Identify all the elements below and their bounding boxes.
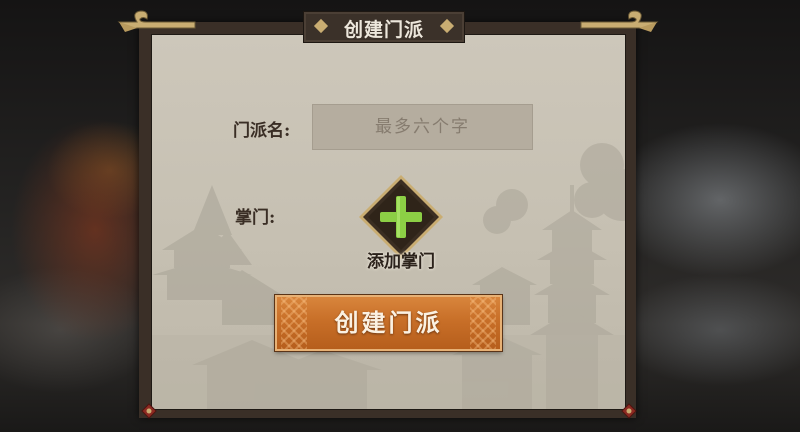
create-sect-button-label: 创建门派 — [334, 308, 443, 337]
sect-name-label: 门派名: — [233, 121, 291, 141]
cloud-corner-ornament-right — [580, 10, 659, 32]
sect-name-input[interactable] — [312, 104, 533, 150]
chinese-knot-ornament-left — [141, 403, 157, 419]
dialog-title: 创建门派 — [343, 19, 424, 41]
chinese-knot-ornament-right — [621, 403, 637, 419]
cloud-corner-ornament-left — [117, 10, 196, 32]
add-leader-caption: 添加掌门 — [367, 252, 435, 272]
create-sect-button[interactable]: 创建门派 — [275, 295, 502, 351]
sect-leader-label: 掌门: — [235, 208, 276, 228]
dialog-title-plaque: 创建门派 — [303, 11, 465, 43]
